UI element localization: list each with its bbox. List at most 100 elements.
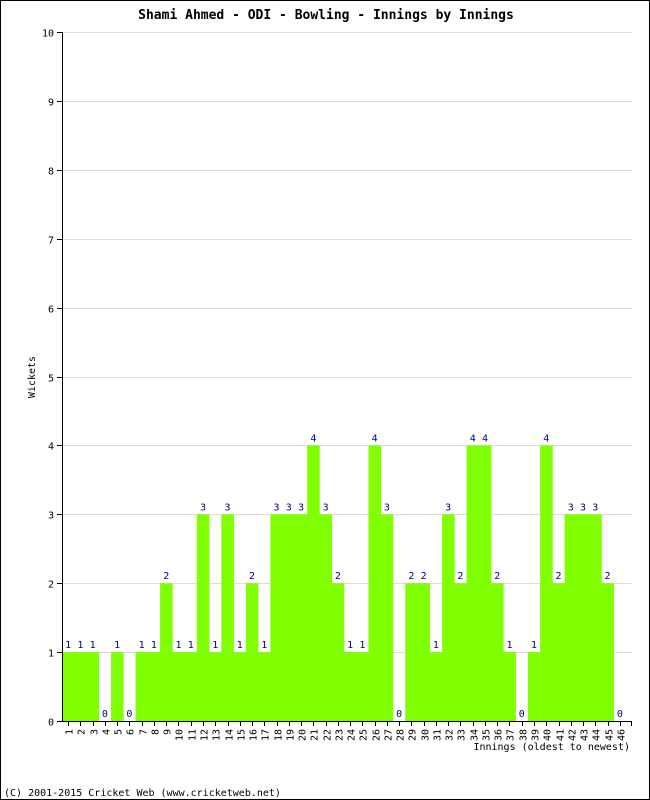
bar [172,652,185,721]
x-tick-label: 40 [543,729,554,741]
bar [540,445,553,721]
x-tick-label: 41 [556,729,567,741]
bar-value-label: 3 [568,502,574,513]
bar [147,652,161,721]
bar [601,583,614,721]
bar-value-label: 3 [224,502,230,513]
bar-value-label: 1 [359,640,365,651]
x-tick-label: 38 [519,729,530,741]
x-tick-label: 42 [568,729,579,741]
x-tick-label: 17 [261,729,272,741]
x-tick-label: 44 [592,729,603,741]
bar-value-label: 3 [384,502,390,513]
bar [331,583,345,721]
x-tick-label: 24 [347,729,358,741]
bar-value-label: 1 [114,640,120,651]
bar-value-label: 2 [605,571,611,582]
bar-value-label: 1 [77,640,83,651]
bar [160,583,173,721]
y-tick-label: 3 [48,511,54,522]
bar-value-label: 2 [408,571,414,582]
bar-value-label: 2 [249,571,255,582]
bar-value-label: 1 [188,640,194,651]
x-tick-label: 28 [396,729,407,741]
bar [62,652,75,721]
y-tick-label: 9 [48,98,54,109]
bar-value-label: 3 [298,502,304,513]
x-tick-label: 23 [335,729,346,741]
y-axis-label: Wickets [27,356,38,398]
bar [527,652,541,721]
bar-value-label: 0 [519,709,525,720]
x-tick-label: 46 [617,729,628,741]
x-tick-label: 5 [114,729,125,735]
x-tick-label: 36 [494,729,505,741]
x-tick-label: 19 [286,729,297,741]
bar-value-label: 4 [310,433,316,444]
x-tick-label: 45 [605,729,616,741]
bar-value-label: 1 [65,640,71,651]
bar [503,652,516,721]
bar-value-label: 3 [445,502,451,513]
y-tick-label: 7 [48,236,54,247]
x-tick-label: 10 [175,729,186,741]
x-tick-label: 39 [531,729,542,741]
x-tick-label: 35 [482,729,493,741]
bar-value-label: 2 [457,571,463,582]
bar-value-label: 2 [163,571,169,582]
bar-value-label: 1 [139,640,145,651]
x-tick-label: 43 [580,729,591,741]
bar [417,583,431,721]
bar [466,445,480,721]
x-tick-label: 21 [310,729,321,741]
bar [454,583,467,721]
bar [442,514,455,721]
bar [478,445,492,721]
x-tick-label: 37 [506,729,517,741]
x-tick-label: 14 [225,729,236,741]
bar [319,514,333,721]
x-tick-label: 11 [188,729,199,741]
bar [552,583,565,721]
bar-value-label: 3 [580,502,586,513]
bar [245,583,259,721]
bar [233,652,247,721]
bar-value-label: 2 [494,571,500,582]
bar-value-label: 4 [372,433,378,444]
bar-value-label: 1 [433,640,439,651]
x-tick-label: 2 [77,729,88,735]
x-tick-label: 33 [457,729,468,741]
y-tick-label: 5 [48,374,54,385]
bar-value-label: 2 [421,571,427,582]
bar-value-label: 3 [286,502,292,513]
bar-value-label: 3 [200,502,206,513]
y-tick-label: 2 [48,580,54,591]
x-tick-label: 9 [163,729,174,735]
bar-chart: Shami Ahmed - ODI - Bowling - Innings by… [4,8,632,799]
bar-value-label: 3 [592,502,598,513]
bar-value-label: 4 [470,433,476,444]
bar-value-label: 1 [531,640,537,651]
x-tick-label: 16 [249,729,260,741]
bar [380,514,394,721]
bar-value-label: 4 [543,433,549,444]
x-tick-label: 13 [212,729,223,741]
bar [74,652,87,721]
x-tick-label: 30 [421,729,432,741]
bar-value-label: 0 [126,709,132,720]
x-tick-label: 29 [408,729,419,741]
bar [258,652,271,721]
bar [564,514,578,721]
x-tick-label: 4 [102,729,113,735]
bar [356,652,369,721]
bar-value-label: 1 [151,640,157,651]
x-tick-label: 34 [470,729,481,741]
y-tick-labels: 0 1 2 3 4 5 6 7 8 9 10 [42,29,54,729]
y-tick-label: 4 [48,442,54,453]
x-tick-label: 6 [126,729,137,735]
x-tick-label: 18 [274,729,285,741]
bar [589,514,602,721]
bar-value-label: 0 [617,709,623,720]
bar [221,514,234,721]
x-axis-label: Innings (oldest to newest) [473,742,630,753]
